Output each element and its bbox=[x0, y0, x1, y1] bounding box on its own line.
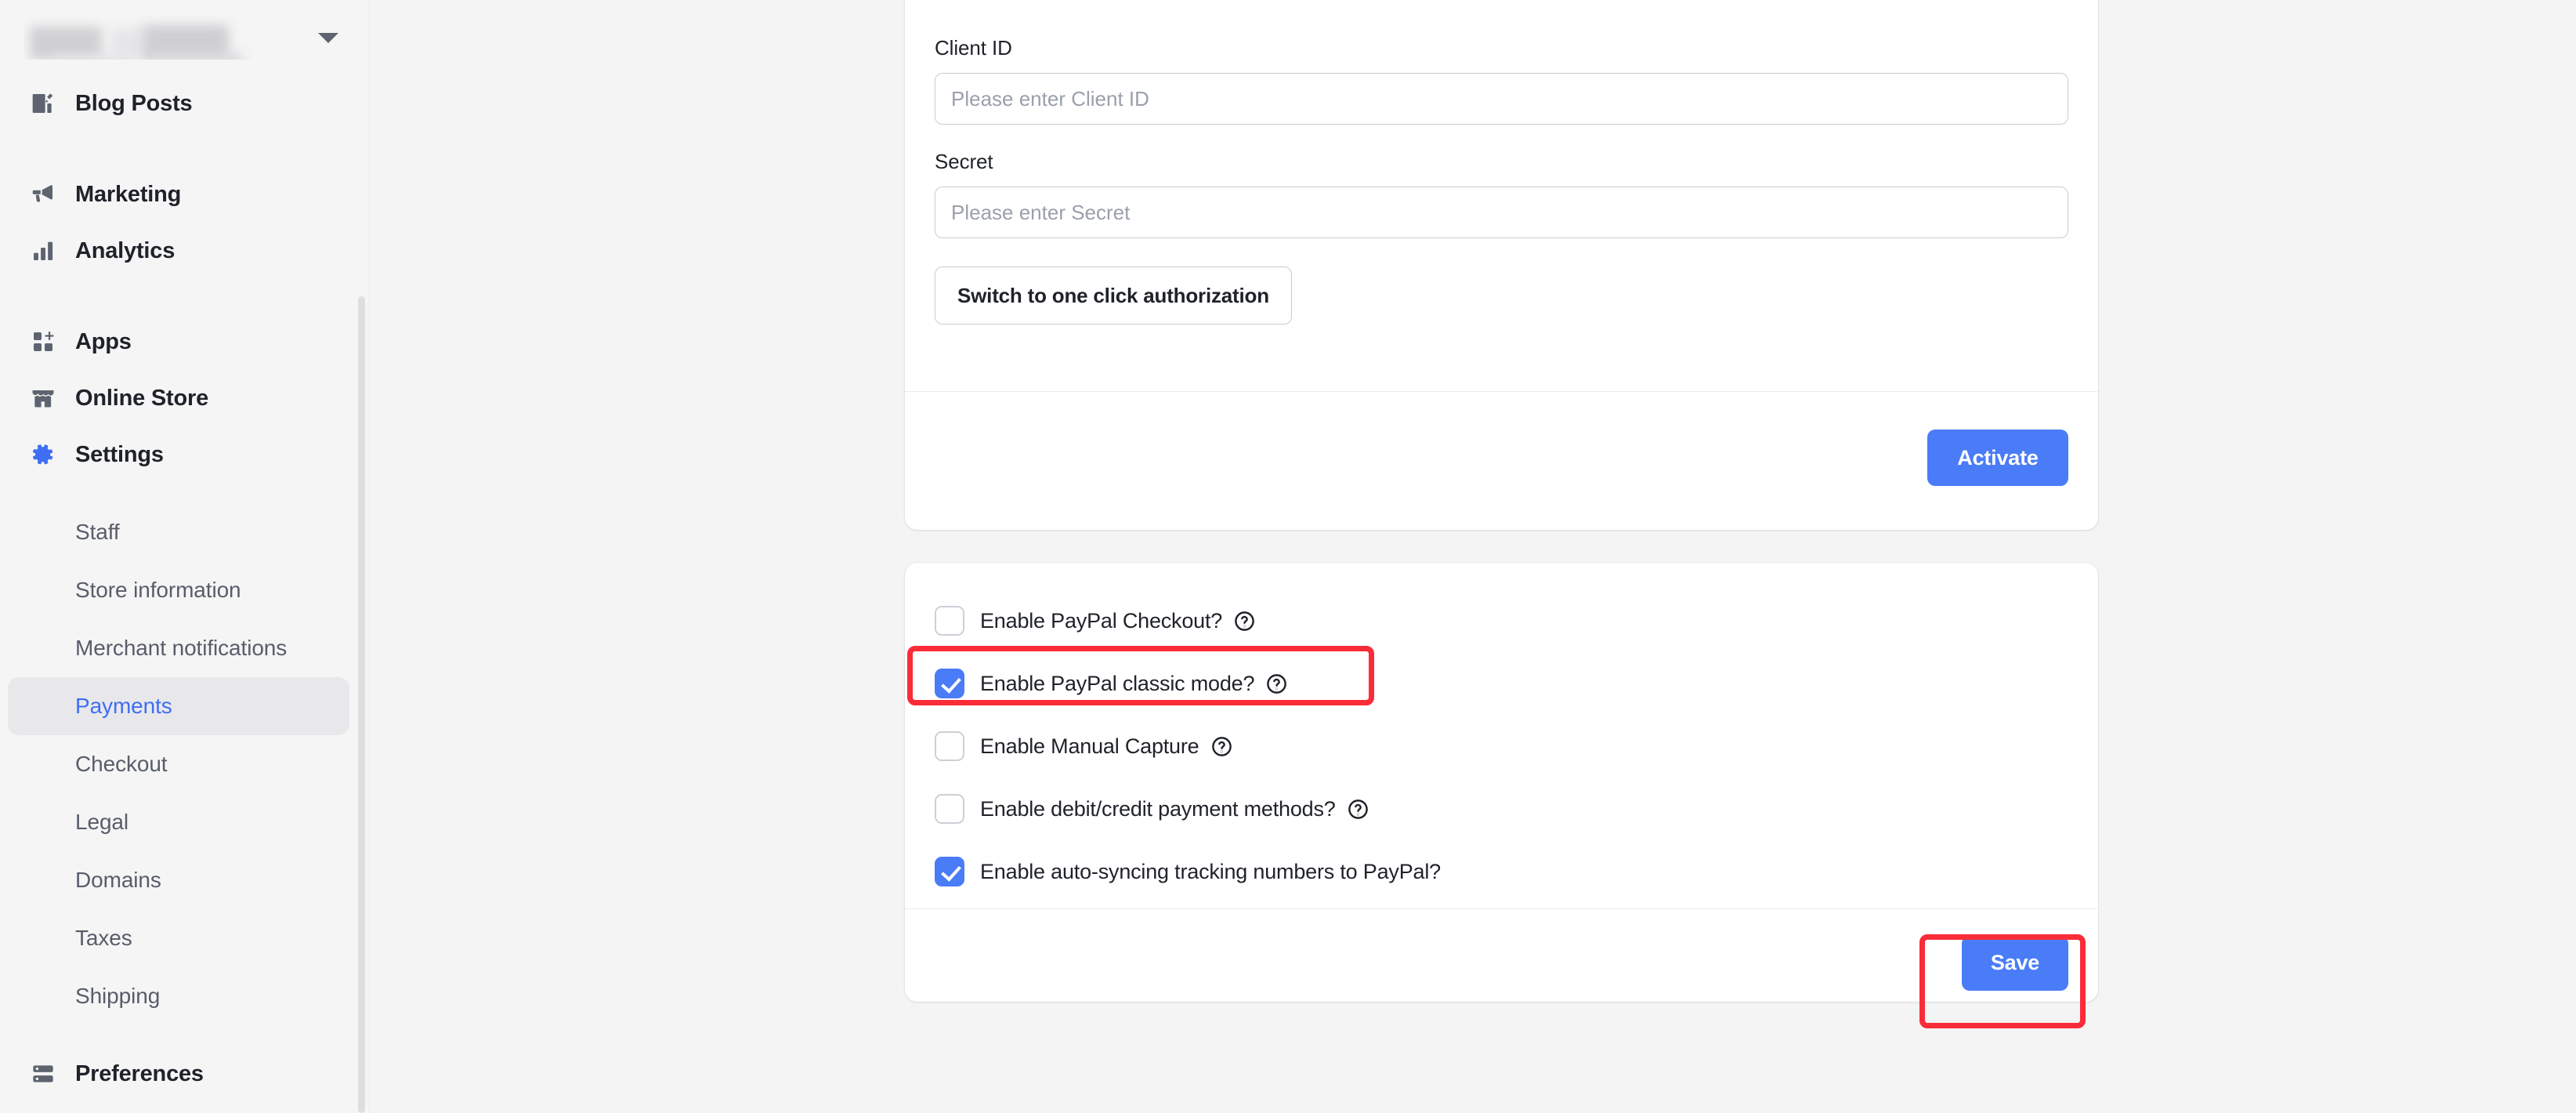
sidebar-item-blog-posts[interactable]: Blog Posts bbox=[0, 75, 370, 132]
checkbox-row-enable-auto-syncing-tracking-numbers[interactable]: Enable auto-syncing tracking numbers to … bbox=[935, 853, 2068, 890]
secret-input[interactable] bbox=[935, 187, 2068, 238]
sidebar-item-legal[interactable]: Legal bbox=[8, 793, 349, 851]
sidebar-item-settings[interactable]: Settings bbox=[0, 426, 370, 483]
preferences-list-icon bbox=[30, 1060, 56, 1087]
apps-grid-icon bbox=[30, 328, 56, 355]
secret-field-group: Secret bbox=[935, 150, 2068, 238]
sidebar-item-domains[interactable]: Domains bbox=[8, 851, 349, 909]
checkbox-label: Enable PayPal Checkout? bbox=[980, 608, 1223, 633]
sidebar-item-label: Blog Posts bbox=[75, 90, 193, 116]
client-id-label: Client ID bbox=[935, 36, 1012, 60]
field-above-cropped bbox=[935, 0, 2068, 28]
secret-label: Secret bbox=[935, 150, 993, 173]
switch-to-one-click-authorization-button[interactable]: Switch to one click authorization bbox=[935, 266, 1292, 324]
save-button[interactable]: Save bbox=[1962, 935, 2068, 991]
enable-paypal-classic-mode-checkbox[interactable] bbox=[935, 669, 964, 698]
enable-auto-syncing-tracking-numbers-checkbox[interactable] bbox=[935, 857, 964, 886]
sidebar-subitem-label: Merchant notifications bbox=[75, 636, 288, 660]
enable-paypal-checkout-checkbox[interactable] bbox=[935, 606, 964, 636]
sidebar-item-label: Marketing bbox=[75, 181, 182, 207]
sidebar-subitem-label: Checkout bbox=[75, 752, 168, 776]
sidebar-subitem-label: Legal bbox=[75, 810, 129, 834]
paypal-credentials-card: Client ID Secret Switch to one click aut… bbox=[905, 0, 2098, 530]
help-circle-icon[interactable] bbox=[1265, 673, 1288, 695]
sidebar-subitem-label: Domains bbox=[75, 868, 161, 892]
sidebar-subitem-label: Taxes bbox=[75, 926, 132, 950]
chevron-down-icon[interactable] bbox=[318, 32, 338, 43]
app-root: Blog Posts Marketing Analytics Apps Onli… bbox=[0, 0, 2576, 1113]
checkbox-label: Enable PayPal classic mode? bbox=[980, 671, 1255, 695]
help-circle-icon[interactable] bbox=[1210, 735, 1233, 758]
checkbox-row-enable-paypal-checkout[interactable]: Enable PayPal Checkout? bbox=[935, 602, 2068, 640]
enable-manual-capture-checkbox[interactable] bbox=[935, 731, 964, 761]
sidebar-item-label: Preferences bbox=[75, 1060, 204, 1086]
megaphone-icon bbox=[30, 181, 56, 208]
sidebar-item-label: Analytics bbox=[75, 237, 175, 263]
paypal-options-card: Enable PayPal Checkout? Enable PayPal cl… bbox=[905, 563, 2098, 1002]
blog-posts-icon bbox=[30, 90, 56, 117]
sidebar-subitem-label: Store information bbox=[75, 578, 241, 602]
checkbox-label: Enable debit/credit payment methods? bbox=[980, 796, 1336, 821]
bar-chart-icon bbox=[30, 237, 56, 264]
sidebar-item-store-information[interactable]: Store information bbox=[8, 561, 349, 619]
checkbox-label: Enable auto-syncing tracking numbers to … bbox=[980, 859, 1441, 883]
enable-debit-credit-payment-methods-checkbox[interactable] bbox=[935, 794, 964, 824]
sidebar-item-label: Online Store bbox=[75, 385, 209, 411]
sidebar-item-shipping[interactable]: Shipping bbox=[8, 967, 349, 1025]
sidebar-item-online-store[interactable]: Online Store bbox=[0, 370, 370, 426]
activate-button[interactable]: Activate bbox=[1927, 430, 2068, 486]
checkbox-row-enable-manual-capture[interactable]: Enable Manual Capture bbox=[935, 727, 2068, 765]
options-card-divider bbox=[905, 908, 2098, 909]
checkbox-row-enable-paypal-classic-mode[interactable]: Enable PayPal classic mode? bbox=[935, 665, 2068, 702]
sidebar: Blog Posts Marketing Analytics Apps Onli… bbox=[0, 0, 370, 1113]
sidebar-scrollbar-thumb[interactable] bbox=[358, 296, 365, 1113]
sidebar-item-label: Settings bbox=[75, 441, 164, 467]
sidebar-item-marketing[interactable]: Marketing bbox=[0, 166, 370, 223]
sidebar-item-analytics[interactable]: Analytics bbox=[0, 223, 370, 279]
sidebar-item-merchant-notifications[interactable]: Merchant notifications bbox=[8, 619, 349, 677]
sidebar-item-taxes[interactable]: Taxes bbox=[8, 909, 349, 967]
checkbox-row-enable-debit-credit-payment-methods[interactable]: Enable debit/credit payment methods? bbox=[935, 790, 2068, 828]
credentials-card-footer: Activate bbox=[905, 407, 2098, 509]
sidebar-subitem-label: Shipping bbox=[75, 984, 161, 1008]
store-name-redacted bbox=[24, 16, 298, 60]
storefront-icon bbox=[30, 385, 56, 411]
sidebar-item-preferences[interactable]: Preferences bbox=[0, 1046, 370, 1102]
help-circle-icon[interactable] bbox=[1347, 798, 1369, 821]
sidebar-item-label: Apps bbox=[75, 328, 132, 354]
store-switcher[interactable] bbox=[0, 0, 370, 75]
credentials-card-divider bbox=[905, 391, 2098, 392]
sidebar-item-apps[interactable]: Apps bbox=[0, 314, 370, 370]
main-content: Client ID Secret Switch to one click aut… bbox=[370, 0, 2576, 1113]
sidebar-item-checkout[interactable]: Checkout bbox=[8, 735, 349, 793]
sidebar-subitem-label: Payments bbox=[75, 694, 172, 718]
gear-icon bbox=[30, 441, 56, 468]
options-card-footer: Save bbox=[905, 924, 2098, 1002]
client-id-field-group: Client ID bbox=[935, 36, 2068, 125]
sidebar-item-staff[interactable]: Staff bbox=[8, 503, 349, 561]
sidebar-nav: Blog Posts Marketing Analytics Apps Onli… bbox=[0, 75, 370, 1102]
sidebar-item-payments[interactable]: Payments bbox=[8, 677, 349, 735]
help-circle-icon[interactable] bbox=[1233, 610, 1256, 633]
sidebar-subitem-label: Staff bbox=[75, 520, 120, 544]
client-id-input[interactable] bbox=[935, 73, 2068, 125]
checkbox-label: Enable Manual Capture bbox=[980, 734, 1199, 758]
